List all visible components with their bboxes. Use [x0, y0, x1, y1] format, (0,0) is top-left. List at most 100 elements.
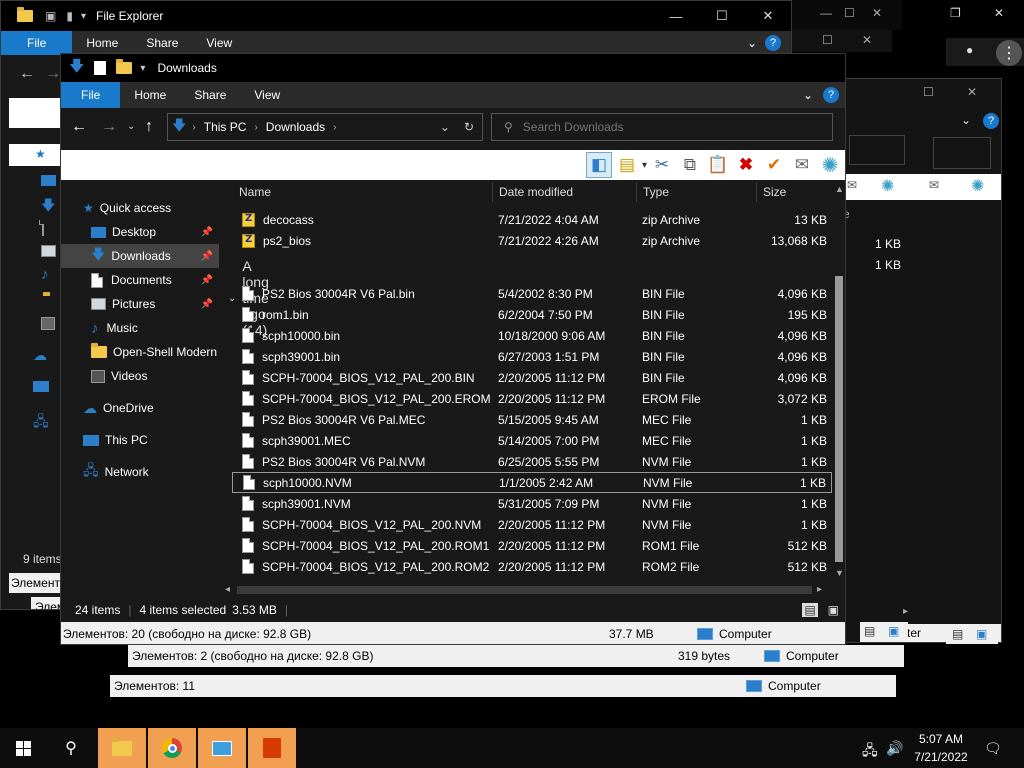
scroll-left-icon[interactable]: ◂: [225, 584, 230, 595]
close-button[interactable]: ✕: [967, 85, 977, 99]
checkmark-icon[interactable]: ▣: [45, 9, 56, 23]
list-item[interactable]: scph39001.MEC 5/14/2005 7:00 PM MEC File 1 …: [232, 430, 832, 451]
tab-file[interactable]: File: [1, 31, 73, 55]
maximize-button[interactable]: ☐: [699, 1, 745, 31]
list-item[interactable]: PS2 Bios 30004R V6 Pal.NVM 6/25/2005 5:55…: [232, 451, 832, 472]
pin-icon[interactable]: 📌: [201, 227, 213, 238]
list-item[interactable]: scph10000.bin 10/18/2000 9:06 AM BIN File 4…: [232, 325, 832, 346]
nav-onedrive[interactable]: ☁ OneDrive: [61, 396, 219, 420]
clock-time[interactable]: 5:07 AM: [916, 732, 966, 746]
search-box[interactable]: ⚲: [491, 113, 833, 141]
tab-view[interactable]: View: [192, 31, 246, 55]
list-item[interactable]: scph39001.NVM 5/31/2005 7:09 PM NVM File 1 …: [232, 493, 832, 514]
start-button[interactable]: [0, 728, 46, 768]
tab-home[interactable]: Home: [72, 31, 132, 55]
tab-share[interactable]: Share: [180, 83, 240, 107]
breadcrumb-this-pc[interactable]: This PC: [204, 120, 247, 134]
chevron-down-icon[interactable]: ⌄: [747, 36, 757, 50]
minimize-button[interactable]: —: [653, 1, 699, 31]
mail-icon[interactable]: ✉: [929, 178, 939, 192]
forward-arrow-icon[interactable]: →: [101, 118, 117, 136]
nav-pictures[interactable]: Pictures 📌: [61, 292, 219, 316]
refresh-icon[interactable]: ↻: [464, 120, 474, 134]
back-arrow-icon[interactable]: ←: [19, 65, 35, 83]
nav-videos[interactable]: Videos: [61, 364, 219, 388]
paste-icon[interactable]: 📋: [705, 152, 731, 178]
close-button[interactable]: ✕: [994, 6, 1004, 20]
taskbar-chrome[interactable]: [148, 728, 196, 768]
network-tray-icon[interactable]: 🖧: [862, 740, 878, 764]
scroll-right-icon[interactable]: ▸: [817, 584, 822, 595]
new-folder-icon[interactable]: [116, 59, 133, 74]
list-item[interactable]: ps2_bios 7/21/2022 4:26 AM zip Archive 13,0…: [232, 230, 832, 251]
properties-icon[interactable]: [94, 61, 107, 75]
back-search-box-2[interactable]: [933, 137, 991, 169]
scrollbar-thumb[interactable]: [237, 586, 812, 594]
list-item[interactable]: decocass 7/21/2022 4:04 AM zip Archive 13 K…: [232, 209, 832, 230]
shell-icon[interactable]: ✺: [817, 152, 843, 178]
nav-music[interactable]: ♪ Music: [61, 316, 219, 340]
vertical-scrollbar[interactable]: ▲ ▼: [833, 184, 845, 582]
mail-icon[interactable]: ✉: [789, 152, 815, 178]
help-icon[interactable]: ?: [823, 87, 839, 103]
list-item[interactable]: SCPH-70004_BIOS_V12_PAL_200.EROM 2/20/200…: [232, 388, 832, 409]
recent-locations-icon[interactable]: ⌄: [127, 121, 135, 132]
back-arrow-icon[interactable]: ←: [71, 118, 87, 136]
help-icon[interactable]: ?: [983, 113, 999, 129]
pin-icon[interactable]: 📌: [201, 251, 213, 262]
large-icons-view-icon[interactable]: ▣: [888, 624, 899, 638]
nav-quick-access[interactable]: ★ Quick access: [61, 196, 219, 220]
cut-icon[interactable]: ✂: [649, 152, 675, 178]
maximize-button[interactable]: ☐: [923, 85, 934, 99]
list-item[interactable]: scph39001.bin 6/27/2003 1:51 PM BIN File 4,…: [232, 346, 832, 367]
search-button[interactable]: ⚲: [48, 728, 94, 768]
scroll-up-icon[interactable]: ▲: [835, 184, 844, 194]
address-bar[interactable]: 🡇 › This PC › Downloads › ⌄ ↻: [167, 113, 483, 141]
details-view-icon[interactable]: ▤: [802, 603, 818, 617]
clock-date[interactable]: 7/21/2022: [910, 750, 972, 764]
nav-open-shell[interactable]: Open-Shell Modern: [61, 340, 219, 364]
scrollbar-thumb[interactable]: [835, 276, 843, 562]
select-check-icon[interactable]: ✔: [761, 152, 787, 178]
chevron-down-icon[interactable]: ▾: [140, 63, 145, 74]
list-item[interactable]: rom1.bin 6/2/2004 7:50 PM BIN File 195 KB: [232, 304, 832, 325]
scroll-right-icon[interactable]: ▸: [903, 606, 908, 617]
preview-pane-icon[interactable]: ◧: [585, 152, 612, 178]
horizontal-scrollbar[interactable]: ◂ ▸: [221, 584, 833, 596]
address-dropdown-icon[interactable]: ⌄: [440, 120, 450, 134]
chevron-down-icon[interactable]: ⌄: [961, 113, 971, 127]
restore-button[interactable]: ❐: [950, 6, 961, 20]
help-icon[interactable]: ?: [765, 35, 781, 51]
large-icons-view-icon[interactable]: ▣: [828, 603, 839, 617]
pin-icon[interactable]: 📌: [201, 275, 213, 286]
tab-share[interactable]: Share: [132, 31, 192, 55]
close-button[interactable]: ✕: [745, 1, 791, 31]
volume-tray-icon[interactable]: 🔊: [886, 740, 903, 757]
mail-icon[interactable]: ✉: [847, 178, 857, 192]
details-view-icon[interactable]: ▤: [864, 624, 875, 638]
list-item[interactable]: [232, 196, 832, 204]
list-item[interactable]: PS2 Bios 30004R V6 Pal.bin 5/4/2002 8:30 …: [232, 283, 832, 304]
list-item[interactable]: SCPH-70004_BIOS_V12_PAL_200.ROM1 2/20/200…: [232, 535, 832, 556]
copy-icon[interactable]: ⧉: [677, 152, 703, 178]
list-item[interactable]: PS2 Bios 30004R V6 Pal.MEC 5/15/2005 9:45…: [232, 409, 832, 430]
details-view-icon[interactable]: ▤: [952, 627, 963, 641]
delete-icon[interactable]: ✖: [733, 152, 759, 178]
list-item[interactable]: scph10000.NVM 1/1/2005 2:42 AM NVM File 1 K…: [232, 472, 832, 493]
list-item[interactable]: SCPH-70004_BIOS_V12_PAL_200.ROM2 2/20/200…: [232, 556, 832, 577]
nav-this-pc[interactable]: This PC: [61, 428, 219, 452]
nav-network[interactable]: 🖧 Network: [61, 460, 219, 484]
shell-icon[interactable]: ✺: [881, 176, 894, 196]
minimize-button[interactable]: —: [820, 6, 832, 20]
pin-icon[interactable]: 📌: [201, 299, 213, 310]
nav-downloads[interactable]: 🡇 Downloads 📌: [61, 244, 219, 268]
nav-documents[interactable]: Documents 📌: [61, 268, 219, 292]
breadcrumb-downloads[interactable]: Downloads: [266, 120, 325, 134]
menu-dots-icon[interactable]: ⋮: [996, 40, 1022, 66]
close-button[interactable]: ✕: [862, 33, 872, 47]
file-icon[interactable]: ▮: [66, 9, 73, 23]
taskbar-app[interactable]: [198, 728, 246, 768]
properties-icon[interactable]: ▤: [614, 152, 640, 178]
taskbar-office[interactable]: [248, 728, 296, 768]
back-search-box[interactable]: [849, 135, 905, 165]
